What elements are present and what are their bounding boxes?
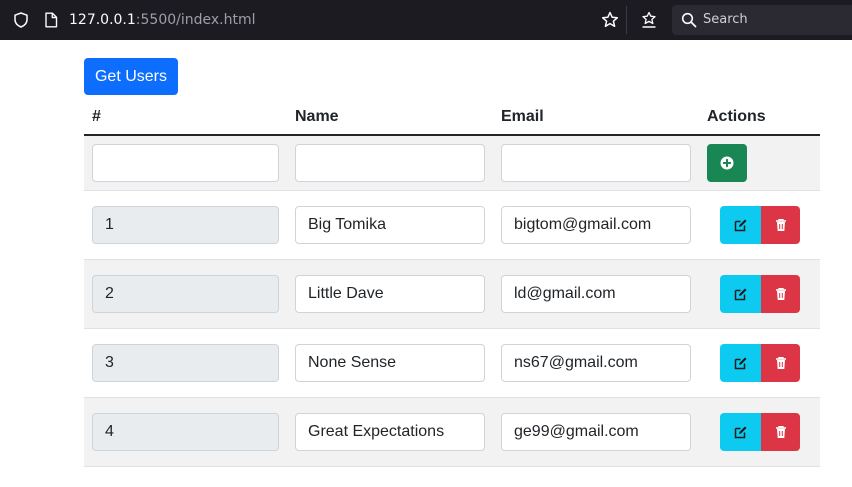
plus-circle-icon xyxy=(720,156,734,170)
delete-button[interactable] xyxy=(761,412,800,451)
name-field[interactable]: Little Dave xyxy=(295,274,485,313)
row-actions xyxy=(720,205,800,244)
new-user-row xyxy=(84,135,820,191)
email-field[interactable]: ge99@gmail.com xyxy=(501,412,691,451)
id-field: 4 xyxy=(92,412,279,451)
search-input[interactable]: Search xyxy=(672,5,852,35)
row-actions xyxy=(720,274,800,313)
table-header-row: # Name Email Actions xyxy=(84,100,820,136)
shield-icon[interactable] xyxy=(13,12,29,28)
id-field: 3 xyxy=(92,343,279,382)
table-row: 3 None Sense ns67@gmail.com xyxy=(84,328,820,398)
name-field[interactable]: Great Expectations xyxy=(295,412,485,451)
url-bar[interactable]: 127.0.0.1:5500/index.html xyxy=(69,12,256,28)
id-field: 1 xyxy=(92,205,279,244)
edit-button[interactable] xyxy=(720,412,761,451)
edit-button[interactable] xyxy=(720,343,761,382)
table-row: 1 Big Tomika bigtom@gmail.com xyxy=(84,190,820,260)
users-table: # Name Email Actions 1 Big Tomika bigtom… xyxy=(84,100,820,467)
header-email: Email xyxy=(493,100,699,136)
email-field[interactable]: ns67@gmail.com xyxy=(501,343,691,382)
new-email-field[interactable] xyxy=(501,143,691,182)
page-icon xyxy=(44,12,58,28)
edit-icon xyxy=(734,426,746,438)
name-field[interactable]: Big Tomika xyxy=(295,205,485,244)
delete-button[interactable] xyxy=(761,343,800,382)
bookmark-star-icon[interactable] xyxy=(601,11,619,29)
pocket-icon[interactable] xyxy=(640,11,658,29)
id-field: 2 xyxy=(92,274,279,313)
header-id: # xyxy=(84,100,287,136)
toolbar-divider xyxy=(626,6,627,34)
url-host: 127.0.0.1 xyxy=(69,12,136,28)
edit-icon xyxy=(734,219,746,231)
get-users-button[interactable]: Get Users xyxy=(84,58,178,95)
search-icon xyxy=(681,12,697,28)
email-field[interactable]: ld@gmail.com xyxy=(501,274,691,313)
header-name: Name xyxy=(287,100,493,136)
edit-button[interactable] xyxy=(720,205,761,244)
trash-icon xyxy=(775,218,786,231)
browser-toolbar: 127.0.0.1:5500/index.html Search xyxy=(0,0,852,40)
row-actions xyxy=(720,343,800,382)
trash-icon xyxy=(775,356,786,369)
delete-button[interactable] xyxy=(761,274,800,313)
header-actions: Actions xyxy=(699,100,820,136)
search-placeholder: Search xyxy=(703,12,748,27)
add-user-button[interactable] xyxy=(707,143,747,182)
table-row: 4 Great Expectations ge99@gmail.com xyxy=(84,397,820,467)
new-name-field[interactable] xyxy=(295,143,485,182)
url-path: :5500/index.html xyxy=(135,12,256,28)
new-id-field[interactable] xyxy=(92,143,279,182)
trash-icon xyxy=(775,287,786,300)
edit-icon xyxy=(734,288,746,300)
edit-button[interactable] xyxy=(720,274,761,313)
email-field[interactable]: bigtom@gmail.com xyxy=(501,205,691,244)
table-row: 2 Little Dave ld@gmail.com xyxy=(84,259,820,329)
row-actions xyxy=(720,412,800,451)
delete-button[interactable] xyxy=(761,205,800,244)
edit-icon xyxy=(734,357,746,369)
trash-icon xyxy=(775,425,786,438)
name-field[interactable]: None Sense xyxy=(295,343,485,382)
